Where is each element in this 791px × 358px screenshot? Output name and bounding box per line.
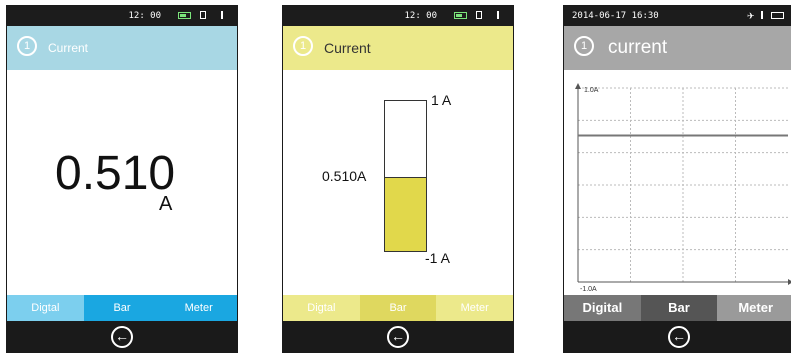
page-title: Current bbox=[324, 40, 371, 56]
sd-card-icon bbox=[476, 11, 482, 19]
status-time: 12: 00 bbox=[404, 11, 437, 21]
channel-badge-icon: 1 bbox=[17, 36, 37, 56]
tab-digital[interactable]: Digital bbox=[564, 295, 641, 321]
channel-badge-icon: 1 bbox=[293, 36, 313, 56]
tab-digital[interactable]: Digtal bbox=[283, 295, 360, 321]
bar-value-label: 0.510A bbox=[322, 168, 367, 184]
battery-icon bbox=[178, 12, 191, 19]
app-header: 1 current bbox=[564, 26, 791, 70]
back-arrow-icon[interactable]: ← bbox=[111, 326, 133, 348]
reading-unit: A bbox=[159, 193, 173, 215]
bottom-nav: ← bbox=[564, 321, 791, 352]
channel-badge-icon: 1 bbox=[574, 36, 594, 56]
chart-view-screen: 2014-06-17 16:30 ✈ 1 current 1.0A -1.0A … bbox=[563, 5, 791, 353]
sd-card-icon bbox=[200, 11, 206, 19]
airplane-icon: ✈ bbox=[747, 11, 755, 21]
page-title: current bbox=[608, 37, 668, 58]
view-tabs: Digtal Bar Meter bbox=[7, 295, 237, 321]
reading-value: 0.510 bbox=[55, 147, 176, 200]
page-title: Current bbox=[48, 41, 89, 55]
bar-gauge bbox=[384, 100, 427, 252]
bar-view-screen: 12: 00 1 Current 1 A -1 A 0.510A Digtal … bbox=[282, 5, 514, 353]
tab-digital[interactable]: Digtal bbox=[7, 295, 84, 321]
tab-meter[interactable]: Meter bbox=[717, 295, 791, 321]
bar-max-label: 1 A bbox=[431, 92, 452, 108]
status-bar: 12: 00 bbox=[283, 6, 513, 26]
status-bar: 2014-06-17 16:30 ✈ bbox=[564, 6, 791, 26]
y-axis-arrow-icon bbox=[575, 83, 581, 89]
bluetooth-icon bbox=[761, 11, 763, 19]
tab-bar[interactable]: Bar bbox=[640, 295, 718, 321]
view-tabs: Digtal Bar Meter bbox=[283, 295, 513, 321]
chart-grid bbox=[578, 87, 788, 282]
app-header: 1 Current bbox=[7, 26, 237, 70]
bottom-nav: ← bbox=[7, 321, 237, 352]
view-tabs: Digital Bar Meter bbox=[564, 295, 791, 321]
bluetooth-icon bbox=[497, 11, 499, 19]
status-time: 12: 00 bbox=[128, 11, 161, 21]
tab-bar[interactable]: Bar bbox=[83, 295, 161, 321]
battery-icon bbox=[771, 12, 784, 19]
tab-meter[interactable]: Meter bbox=[160, 295, 237, 321]
app-header: 1 Current bbox=[283, 26, 513, 70]
bottom-nav: ← bbox=[283, 321, 513, 352]
tab-meter[interactable]: Meter bbox=[436, 295, 513, 321]
battery-icon bbox=[454, 12, 467, 19]
bluetooth-icon bbox=[221, 11, 223, 19]
bar-min-label: -1 A bbox=[425, 250, 450, 266]
y-max-label: 1.0A bbox=[584, 87, 599, 94]
back-arrow-icon[interactable]: ← bbox=[387, 326, 409, 348]
tab-bar[interactable]: Bar bbox=[359, 295, 437, 321]
digital-view-screen: 12: 00 1 Current 0.510 A Digtal Bar Mete… bbox=[6, 5, 238, 353]
status-bar: 12: 00 bbox=[7, 6, 237, 26]
status-datetime: 2014-06-17 16:30 bbox=[572, 11, 659, 21]
trend-chart: 1.0A -1.0A bbox=[575, 83, 791, 293]
y-min-label: -1.0A bbox=[580, 286, 597, 293]
bar-gauge-fill bbox=[385, 177, 426, 251]
back-arrow-icon[interactable]: ← bbox=[668, 326, 690, 348]
